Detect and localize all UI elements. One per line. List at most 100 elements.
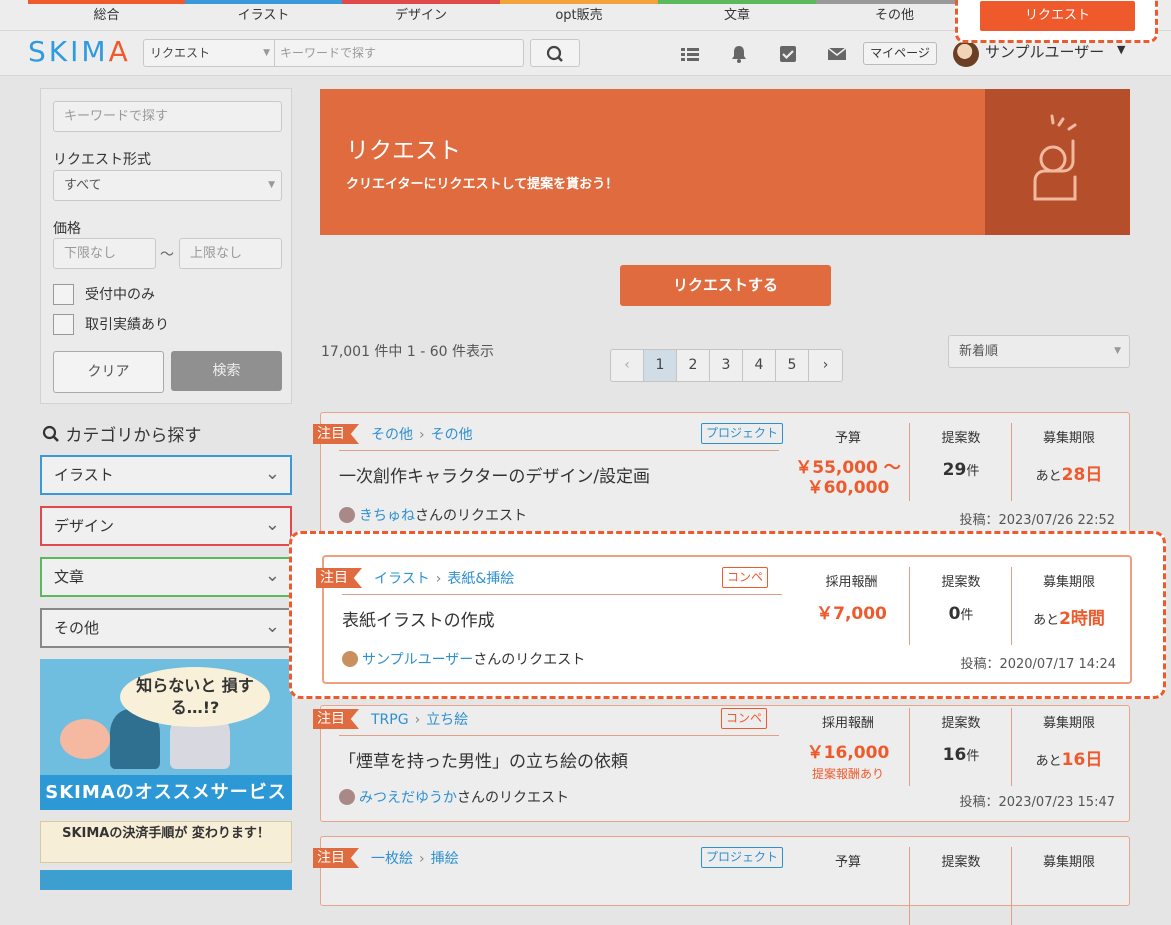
divider	[339, 735, 779, 736]
card-budget: 予算	[834, 855, 861, 870]
card-user-name[interactable]: きちゅね	[359, 508, 415, 524]
catbar-item-design[interactable]: デザイン	[342, 0, 500, 31]
checkbox-icon[interactable]	[779, 45, 797, 63]
mypage-button[interactable]: マイページ	[863, 42, 937, 65]
catbar-item-general[interactable]: 総合	[28, 0, 185, 31]
featured-flag: 注目	[313, 424, 359, 444]
user-name[interactable]: サンプルユーザー	[985, 41, 1104, 62]
pager-next[interactable]: ›	[809, 350, 842, 381]
pagination: ‹ 1 2 3 4 5 ›	[610, 349, 843, 382]
bell-icon[interactable]	[730, 45, 748, 63]
divider	[342, 594, 782, 595]
avatar	[339, 507, 355, 523]
card-title[interactable]: 「煙草を持った男性」の立ち絵の依頼	[339, 747, 628, 772]
card-user-name[interactable]: みつえだゆうか	[359, 790, 457, 806]
chevron-down-icon: ⌄	[264, 616, 280, 637]
search-type-select[interactable]: リクエスト ▼	[144, 40, 275, 66]
catbar-item-writing[interactable]: 文章	[658, 0, 816, 31]
hero-banner: リクエスト クリエイターにリクエストして提案を貰おう！	[320, 89, 1130, 235]
hero-side-panel	[985, 89, 1130, 235]
card-category[interactable]: その他	[371, 427, 413, 443]
card-breadcrumb: その他 › その他	[371, 427, 473, 443]
pager-prev[interactable]: ‹	[611, 350, 644, 381]
price-min-input[interactable]: 下限なし	[53, 238, 156, 269]
sort-select[interactable]: 新着順 ▼	[948, 335, 1130, 368]
has-history-label: 取引実績あり	[85, 317, 169, 333]
card-reward: 採用報酬 ￥16,000 提案報酬あり	[806, 716, 890, 781]
skima-logo[interactable]: SKIMA	[28, 35, 131, 68]
card-breadcrumb: 一枚絵 › 挿絵	[371, 851, 459, 867]
card-subcategory[interactable]: その他	[431, 427, 473, 443]
card-date: 投稿：2020/07/17 14:24	[960, 657, 1116, 672]
card-subcategory[interactable]: 挿絵	[431, 851, 459, 867]
filter-panel: キーワードで探す リクエスト形式 すべて ▼ 価格 下限なし 〜 上限なし 受付中…	[40, 88, 292, 404]
pager-page-5[interactable]: 5	[776, 350, 809, 381]
category-select-other[interactable]: その他 ⌄	[40, 608, 292, 648]
pager-page-4[interactable]: 4	[743, 350, 776, 381]
payment-change-banner[interactable]: SKIMAの決済手順が 変わります！	[40, 821, 292, 863]
category-select-illust[interactable]: イラスト ⌄	[40, 455, 292, 495]
pager-page-2[interactable]: 2	[677, 350, 710, 381]
avatar	[342, 651, 358, 667]
format-label: リクエスト形式	[53, 152, 151, 168]
create-request-button[interactable]: リクエストする	[620, 265, 831, 306]
open-only-checkbox[interactable]	[53, 284, 74, 305]
pager-page-3[interactable]: 3	[710, 350, 743, 381]
clear-button[interactable]: クリア	[53, 351, 164, 393]
card-subcategory[interactable]: 立ち絵	[426, 712, 468, 728]
search-input[interactable]: キーワードで探す	[280, 40, 376, 66]
search-box: リクエスト ▼ キーワードで探す	[143, 39, 524, 67]
category-select-writing[interactable]: 文章 ⌄	[40, 557, 292, 597]
category-select-design[interactable]: デザイン ⌄	[40, 506, 292, 546]
illustration	[60, 719, 110, 759]
request-card[interactable]: 注目 一枚絵 › 挿絵 プロジェクト 予算 提案数 募集期限	[313, 836, 1130, 925]
price-max-input[interactable]: 上限なし	[179, 238, 282, 269]
search-icon	[42, 425, 59, 442]
format-select[interactable]: すべて ▼	[53, 170, 282, 201]
card-category[interactable]: 一枚絵	[371, 851, 413, 867]
avatar	[339, 789, 355, 805]
hero-subtitle: クリエイターにリクエストして提案を貰おう！	[346, 177, 619, 192]
card-type-tag: プロジェクト	[701, 847, 784, 868]
has-history-checkbox[interactable]	[53, 314, 74, 335]
card-proposals: 提案数	[941, 855, 981, 870]
card-category[interactable]: TRPG	[371, 712, 409, 728]
card-title[interactable]: 表紙イラストの作成	[342, 606, 495, 631]
mail-icon[interactable]	[828, 45, 846, 63]
card-reward: 採用報酬 ￥7,000	[816, 575, 887, 624]
banner-title: SKIMAのオススメサービス	[40, 775, 292, 810]
card-title[interactable]: 一次創作キャラクターのデザイン/設定画	[339, 462, 650, 487]
pager-page-1[interactable]: 1	[644, 350, 677, 381]
recommended-services-banner[interactable]: 知らないと 損する…!? SKIMAのオススメサービス	[40, 659, 292, 810]
card-subcategory[interactable]: 表紙&挿絵	[447, 571, 514, 587]
filter-search-button[interactable]: 検索	[171, 351, 282, 391]
catbar-item-opt[interactable]: opt販売	[500, 0, 658, 31]
result-count: 17,001 件中 1 - 60 件表示	[321, 344, 495, 360]
card-user-name[interactable]: サンプルユーザー	[362, 652, 473, 668]
sidebar-banner[interactable]	[40, 870, 292, 890]
search-button[interactable]	[530, 39, 580, 67]
card-user: みつえだゆうかさんのリクエスト	[339, 787, 569, 807]
user-avatar[interactable]	[953, 41, 979, 67]
catbar-item-other[interactable]: その他	[816, 0, 973, 31]
price-label: 価格	[53, 221, 81, 237]
card-proposals: 提案数 29件	[941, 431, 981, 480]
price-separator: 〜	[160, 247, 174, 263]
search-icon	[546, 45, 563, 62]
card-breadcrumb: イラスト › 表紙&挿絵	[374, 571, 515, 587]
banner-bubble: 知らないと 損する…!?	[120, 667, 270, 727]
card-proposals: 提案数 16件	[941, 716, 981, 765]
card-user: きちゅねさんのリクエスト	[339, 505, 527, 525]
request-card[interactable]: 注目 その他 › その他 プロジェクト 一次創作キャラクターのデザイン/設定画 きち…	[313, 412, 1130, 542]
request-nav-button[interactable]: リクエスト	[980, 1, 1135, 31]
card-category[interactable]: イラスト	[374, 571, 430, 587]
request-card[interactable]: 注目 TRPG › 立ち絵 コンペ 「煙草を持った男性」の立ち絵の依頼 みつえだゆう…	[313, 705, 1130, 822]
divider	[339, 450, 779, 451]
keyword-input[interactable]: キーワードで探す	[53, 101, 282, 132]
catbar-item-illust[interactable]: イラスト	[185, 0, 342, 31]
list-icon[interactable]	[681, 45, 699, 63]
caret-down-icon[interactable]: ▼	[1117, 43, 1125, 56]
request-card[interactable]: 注目 イラスト › 表紙&挿絵 コンペ 表紙イラストの作成 サンプルユーザーさんのリ…	[316, 555, 1132, 684]
card-proposals: 提案数 0件	[941, 575, 981, 624]
raised-hand-icon	[1033, 114, 1077, 201]
